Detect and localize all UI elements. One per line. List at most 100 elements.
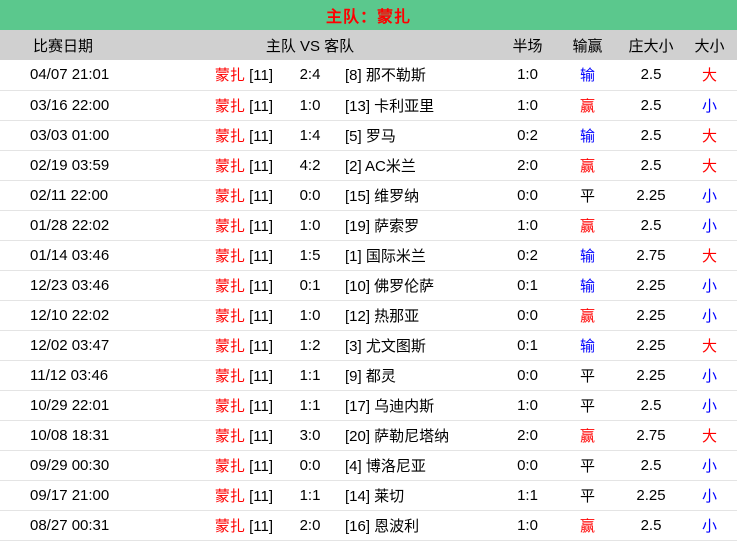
home-team-rank: [11] bbox=[249, 518, 273, 535]
table-row: 02/11 22:00 蒙扎 [11] 0:0 [15] 维罗纳 0:0 平 2… bbox=[0, 180, 737, 210]
full-time-score: 1:1 bbox=[285, 390, 335, 420]
match-history-table: 比赛日期 主队 VS 客队 半场 输赢 庄大小 大小 04/07 21:01 蒙… bbox=[0, 30, 737, 541]
half-time-score: 1:1 bbox=[500, 480, 555, 510]
match-date: 02/19 03:59 bbox=[0, 150, 170, 180]
table-row: 12/02 03:47 蒙扎 [11] 1:2 [3] 尤文图斯 0:1 输 2… bbox=[0, 330, 737, 360]
home-team-name: 蒙扎 bbox=[215, 308, 245, 325]
home-team-name: 蒙扎 bbox=[215, 488, 245, 505]
home-team-rank: [11] bbox=[249, 398, 273, 415]
home-team-cell: 蒙扎 [11] bbox=[170, 510, 285, 540]
handicap-line: 2.5 bbox=[620, 120, 682, 150]
full-time-score: 2:0 bbox=[285, 510, 335, 540]
full-time-score: 0:0 bbox=[285, 450, 335, 480]
over-under-result: 小 bbox=[682, 450, 737, 480]
full-time-score: 1:4 bbox=[285, 120, 335, 150]
over-under-result: 小 bbox=[682, 210, 737, 240]
home-team-rank: [11] bbox=[249, 458, 273, 475]
full-time-score: 1:2 bbox=[285, 330, 335, 360]
handicap-line: 2.5 bbox=[620, 60, 682, 90]
half-time-score: 0:2 bbox=[500, 120, 555, 150]
half-time-score: 0:1 bbox=[500, 330, 555, 360]
win-loss-result: 赢 bbox=[555, 210, 620, 240]
over-under-result: 小 bbox=[682, 360, 737, 390]
away-team-cell: [13] 卡利亚里 bbox=[335, 90, 500, 120]
home-team-cell: 蒙扎 [11] bbox=[170, 90, 285, 120]
away-team-cell: [16] 恩波利 bbox=[335, 510, 500, 540]
home-team-rank: [11] bbox=[249, 98, 273, 115]
home-team-rank: [11] bbox=[249, 338, 273, 355]
handicap-line: 2.25 bbox=[620, 330, 682, 360]
full-time-score: 2:4 bbox=[285, 60, 335, 90]
table-row: 09/29 00:30 蒙扎 [11] 0:0 [4] 博洛尼亚 0:0 平 2… bbox=[0, 450, 737, 480]
table-row: 01/28 22:02 蒙扎 [11] 1:0 [19] 萨索罗 1:0 赢 2… bbox=[0, 210, 737, 240]
away-team-cell: [2] AC米兰 bbox=[335, 150, 500, 180]
handicap-line: 2.75 bbox=[620, 420, 682, 450]
home-team-name: 蒙扎 bbox=[215, 518, 245, 535]
over-under-result: 大 bbox=[682, 330, 737, 360]
away-team-cell: [14] 莱切 bbox=[335, 480, 500, 510]
home-team-name: 蒙扎 bbox=[215, 218, 245, 235]
handicap-line: 2.75 bbox=[620, 240, 682, 270]
win-loss-result: 赢 bbox=[555, 90, 620, 120]
full-time-score: 1:0 bbox=[285, 90, 335, 120]
full-time-score: 3:0 bbox=[285, 420, 335, 450]
handicap-line: 2.5 bbox=[620, 450, 682, 480]
table-row: 10/29 22:01 蒙扎 [11] 1:1 [17] 乌迪内斯 1:0 平 … bbox=[0, 390, 737, 420]
table-row: 10/08 18:31 蒙扎 [11] 3:0 [20] 萨勒尼塔纳 2:0 赢… bbox=[0, 420, 737, 450]
match-date: 01/28 22:02 bbox=[0, 210, 170, 240]
over-under-result: 小 bbox=[682, 510, 737, 540]
match-date: 09/29 00:30 bbox=[0, 450, 170, 480]
col-header-result: 输赢 bbox=[555, 30, 620, 60]
home-team-banner: 主队：蒙扎 bbox=[0, 0, 737, 30]
over-under-result: 小 bbox=[682, 180, 737, 210]
table-row: 03/03 01:00 蒙扎 [11] 1:4 [5] 罗马 0:2 输 2.5… bbox=[0, 120, 737, 150]
home-team-rank: [11] bbox=[249, 128, 273, 145]
win-loss-result: 平 bbox=[555, 180, 620, 210]
home-team-cell: 蒙扎 [11] bbox=[170, 390, 285, 420]
win-loss-result: 赢 bbox=[555, 420, 620, 450]
handicap-line: 2.5 bbox=[620, 390, 682, 420]
away-team-cell: [17] 乌迪内斯 bbox=[335, 390, 500, 420]
win-loss-result: 输 bbox=[555, 240, 620, 270]
full-time-score: 0:1 bbox=[285, 270, 335, 300]
home-team-rank: [11] bbox=[249, 368, 273, 385]
full-time-score: 1:5 bbox=[285, 240, 335, 270]
win-loss-result: 平 bbox=[555, 450, 620, 480]
away-team-cell: [20] 萨勒尼塔纳 bbox=[335, 420, 500, 450]
table-row: 09/17 21:00 蒙扎 [11] 1:1 [14] 莱切 1:1 平 2.… bbox=[0, 480, 737, 510]
col-header-ou: 大小 bbox=[682, 30, 737, 60]
home-team-cell: 蒙扎 [11] bbox=[170, 150, 285, 180]
full-time-score: 1:1 bbox=[285, 360, 335, 390]
away-team-cell: [10] 佛罗伦萨 bbox=[335, 270, 500, 300]
home-team-name: 蒙扎 bbox=[215, 368, 245, 385]
half-time-score: 0:0 bbox=[500, 300, 555, 330]
home-team-name: 蒙扎 bbox=[215, 158, 245, 175]
over-under-result: 小 bbox=[682, 390, 737, 420]
half-time-score: 0:0 bbox=[500, 180, 555, 210]
table-row: 12/23 03:46 蒙扎 [11] 0:1 [10] 佛罗伦萨 0:1 输 … bbox=[0, 270, 737, 300]
table-row: 11/12 03:46 蒙扎 [11] 1:1 [9] 都灵 0:0 平 2.2… bbox=[0, 360, 737, 390]
home-team-rank: [11] bbox=[249, 188, 273, 205]
handicap-line: 2.25 bbox=[620, 360, 682, 390]
handicap-line: 2.25 bbox=[620, 270, 682, 300]
full-time-score: 4:2 bbox=[285, 150, 335, 180]
handicap-line: 2.5 bbox=[620, 150, 682, 180]
match-date: 01/14 03:46 bbox=[0, 240, 170, 270]
win-loss-result: 平 bbox=[555, 480, 620, 510]
home-team-cell: 蒙扎 [11] bbox=[170, 480, 285, 510]
over-under-result: 大 bbox=[682, 120, 737, 150]
table-row: 01/14 03:46 蒙扎 [11] 1:5 [1] 国际米兰 0:2 输 2… bbox=[0, 240, 737, 270]
col-header-date: 比赛日期 bbox=[0, 30, 170, 60]
table-header: 比赛日期 主队 VS 客队 半场 输赢 庄大小 大小 bbox=[0, 30, 737, 60]
over-under-result: 小 bbox=[682, 270, 737, 300]
away-team-cell: [1] 国际米兰 bbox=[335, 240, 500, 270]
full-time-score: 1:0 bbox=[285, 210, 335, 240]
win-loss-result: 赢 bbox=[555, 150, 620, 180]
half-time-score: 2:0 bbox=[500, 150, 555, 180]
home-team-cell: 蒙扎 [11] bbox=[170, 60, 285, 90]
match-date: 12/02 03:47 bbox=[0, 330, 170, 360]
home-team-rank: [11] bbox=[249, 248, 273, 265]
match-history-panel: 主队：蒙扎 比赛日期 主队 VS 客队 半场 输赢 庄大小 大小 04/07 2… bbox=[0, 0, 737, 541]
match-date: 11/12 03:46 bbox=[0, 360, 170, 390]
away-team-cell: [5] 罗马 bbox=[335, 120, 500, 150]
